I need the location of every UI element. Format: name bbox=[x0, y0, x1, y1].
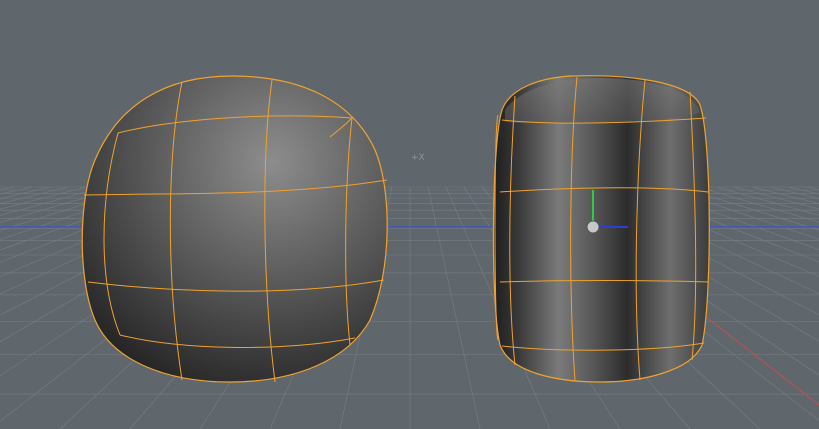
axis-label: +X bbox=[411, 153, 425, 163]
viewport-scene[interactable]: +X bbox=[0, 0, 819, 429]
3d-viewport[interactable]: +X bbox=[0, 0, 819, 429]
rounded-sphere-mesh[interactable] bbox=[81, 75, 388, 383]
gizmo-pivot[interactable] bbox=[586, 220, 600, 234]
rounded-cylinder-mesh[interactable] bbox=[492, 75, 710, 383]
